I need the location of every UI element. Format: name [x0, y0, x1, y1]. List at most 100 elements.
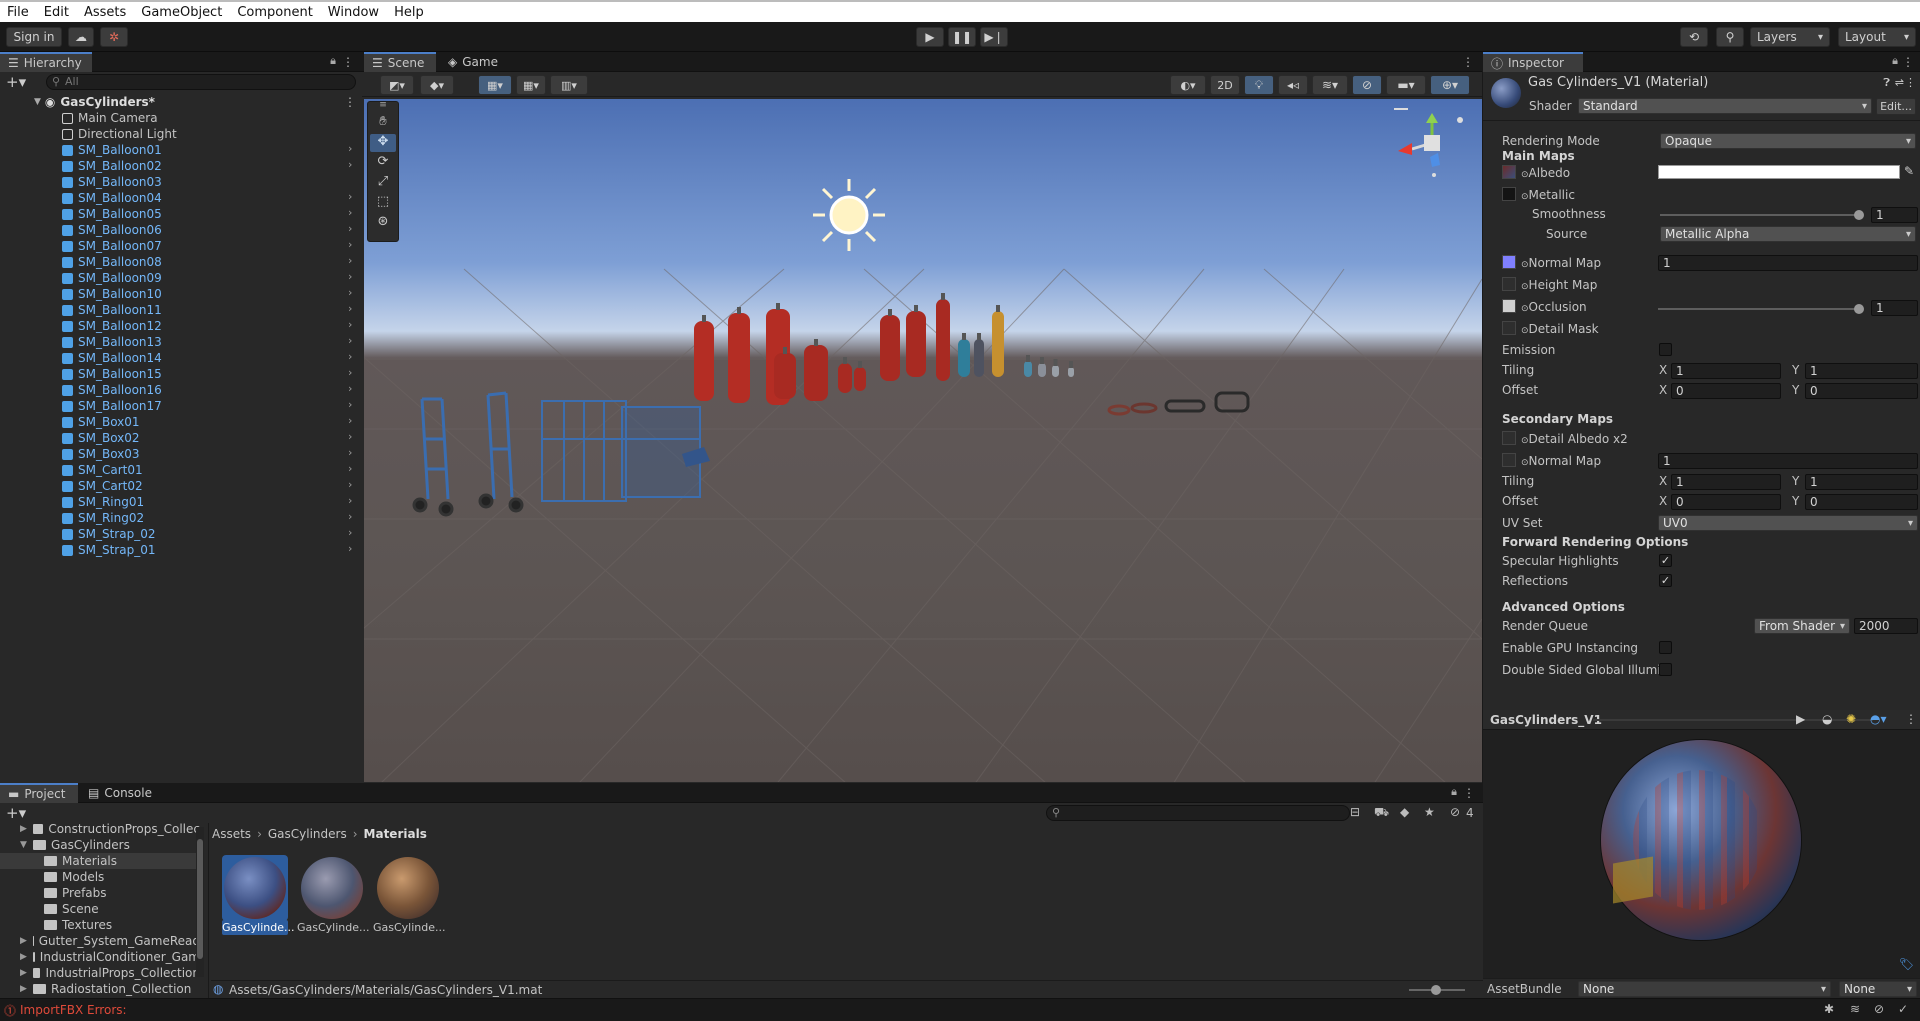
occlusion-slider[interactable]	[1658, 304, 1864, 314]
more-options-icon[interactable]: ⋮	[342, 55, 354, 69]
tab-hierarchy[interactable]: ☰ Hierarchy	[0, 52, 92, 72]
collab-icon[interactable]: ✲	[100, 27, 128, 47]
lock-icon[interactable]: 🔒︎	[1892, 54, 1898, 68]
secondary-normal-slot[interactable]	[1502, 453, 1516, 467]
step-button[interactable]: ▶❘	[980, 27, 1008, 47]
pause-button[interactable]: ❚❚	[948, 27, 976, 47]
project-folder-item[interactable]: Materials	[0, 853, 200, 869]
asset-bundle-dropdown[interactable]: None	[1578, 981, 1831, 997]
hierarchy-item[interactable]: SM_Balloon13	[62, 334, 362, 350]
tab-inspector[interactable]: ⓘ Inspector	[1483, 52, 1583, 72]
shader-edit-button[interactable]: Edit...	[1876, 98, 1916, 115]
scene-options-icon[interactable]: ⋮	[344, 95, 356, 109]
icon-size-slider[interactable]	[1409, 985, 1465, 995]
tab-scene[interactable]: ☰ Scene	[364, 52, 436, 72]
render-mode-icon[interactable]: ◐▾	[1170, 75, 1206, 95]
hierarchy-item[interactable]: SM_Balloon17	[62, 398, 362, 414]
occlusion-field[interactable]: 1	[1871, 300, 1918, 316]
albedo-texture-slot[interactable]	[1502, 165, 1516, 179]
project-folder-item[interactable]: ▼ GasCylinders	[0, 837, 200, 853]
scene-viewport[interactable]: ≡ ✋︎ ✥ ⟳ ⤢ ⬚ ⊛	[364, 99, 1482, 782]
detail-albedo-slot[interactable]	[1502, 431, 1516, 445]
effects-icon[interactable]: ≋▾	[1312, 75, 1348, 95]
gizmos-icon[interactable]: ⊕▾	[1430, 75, 1470, 95]
hierarchy-item[interactable]: SM_Balloon03	[62, 174, 362, 190]
albedo-color-field[interactable]	[1658, 165, 1900, 179]
scale-tool-icon[interactable]: ⤢	[370, 174, 396, 192]
hand-tool-icon[interactable]: ✋︎	[370, 114, 396, 132]
camera-icon[interactable]: ▬▾	[1386, 75, 1426, 95]
hierarchy-item[interactable]: SM_Cart02	[62, 478, 362, 494]
history-icon[interactable]: ⟲	[1680, 27, 1708, 47]
hierarchy-item[interactable]: Directional Light	[62, 126, 362, 142]
detail-mask-slot[interactable]	[1502, 321, 1516, 335]
tiling2-y-field[interactable]: 1	[1805, 474, 1918, 490]
asset-thumbnail-2[interactable]	[301, 857, 363, 919]
prefab-open-icon[interactable]: ›	[348, 190, 352, 203]
asset-label-2[interactable]: GasCylinde...	[297, 920, 370, 935]
preview-play-icon[interactable]: ▶	[1796, 712, 1805, 726]
hierarchy-item[interactable]: SM_Ring02	[62, 510, 362, 526]
asset-thumbnail-3[interactable]	[377, 857, 439, 919]
metallic-texture-slot[interactable]	[1502, 187, 1516, 201]
occlusion-knob[interactable]	[1854, 304, 1864, 314]
project-folder-item[interactable]: ▶ IndustrialProps_Collection	[0, 965, 200, 981]
lighting-icon[interactable]: 💡︎	[1244, 75, 1274, 95]
prefab-open-icon[interactable]: ›	[348, 206, 352, 219]
menu-window[interactable]: Window	[321, 5, 387, 20]
search-by-type-icon[interactable]: ⊟	[1350, 805, 1360, 819]
asset-thumbnail-1[interactable]	[224, 857, 286, 919]
tree-scrollbar[interactable]	[196, 827, 204, 977]
prefab-open-icon[interactable]: ›	[348, 350, 352, 363]
double-sided-gi-checkbox[interactable]	[1659, 663, 1672, 676]
menu-edit[interactable]: Edit	[37, 5, 77, 20]
hierarchy-search-input[interactable]: ⚲ All	[46, 74, 356, 90]
hierarchy-item[interactable]: SM_Balloon15	[62, 366, 362, 382]
status-error-text[interactable]: ImportFBX Errors:	[20, 1003, 127, 1017]
orientation-gizmo[interactable]	[1386, 103, 1480, 189]
prefab-open-icon[interactable]: ›	[348, 158, 352, 171]
collapsed-arrow-icon[interactable]: ▶	[20, 824, 27, 834]
tab-game[interactable]: ◈ Game	[440, 52, 510, 72]
prefab-open-icon[interactable]: ›	[348, 478, 352, 491]
hierarchy-item[interactable]: SM_Balloon12	[62, 318, 362, 334]
prefab-open-icon[interactable]: ›	[348, 270, 352, 283]
asset-label-1[interactable]: GasCylinde...	[222, 920, 295, 935]
tab-console[interactable]: ▤ Console	[80, 783, 164, 803]
prefab-open-icon[interactable]: ›	[348, 382, 352, 395]
project-folder-item[interactable]: Scene	[0, 901, 200, 917]
sign-in-button[interactable]: Sign in	[6, 27, 62, 47]
search-icon[interactable]: ⚲	[1716, 27, 1744, 47]
more-options-icon[interactable]: ⋮	[1902, 55, 1914, 69]
align-icon[interactable]: ▥▾	[550, 75, 588, 95]
component-menu-icon[interactable]: ⋮	[1905, 76, 1916, 89]
tag-icon[interactable]: ◆	[1400, 805, 1409, 819]
occlusion-slot[interactable]	[1502, 299, 1516, 313]
breadcrumb-materials[interactable]: Materials	[364, 827, 427, 841]
lock-icon[interactable]: 🔒︎	[330, 54, 336, 68]
prefab-open-icon[interactable]: ›	[348, 366, 352, 379]
hierarchy-item[interactable]: SM_Balloon01	[62, 142, 362, 158]
hierarchy-item[interactable]: SM_Balloon09	[62, 270, 362, 286]
bake-icon[interactable]: ≋	[1850, 1002, 1860, 1016]
audio-icon[interactable]: ◂◃	[1278, 75, 1308, 95]
prefab-open-icon[interactable]: ›	[348, 238, 352, 251]
bug-report-icon[interactable]: ✱	[1824, 1002, 1834, 1016]
tiling-y-field[interactable]: 1	[1805, 363, 1918, 379]
hierarchy-item[interactable]: SM_Ring01	[62, 494, 362, 510]
view-options-icon[interactable]: ◆▾	[420, 75, 454, 95]
uv-set-dropdown[interactable]: UV0	[1658, 515, 1918, 531]
smoothness-field[interactable]: 1	[1871, 207, 1918, 223]
lock-icon[interactable]: 🔒︎	[1451, 785, 1457, 799]
offset-y-field[interactable]: 0	[1805, 383, 1918, 399]
render-queue-field[interactable]: 2000	[1854, 618, 1918, 634]
smoothness-knob[interactable]	[1854, 210, 1864, 220]
preview-shape-icon[interactable]: ◒	[1822, 712, 1832, 726]
hierarchy-item[interactable]: SM_Balloon14	[62, 350, 362, 366]
label-tag-icon[interactable]: 🏷︎	[1899, 957, 1914, 971]
hierarchy-item[interactable]: SM_Balloon04	[62, 190, 362, 206]
specular-checkbox[interactable]: ✓	[1659, 554, 1672, 567]
hierarchy-item[interactable]: SM_Balloon16	[62, 382, 362, 398]
smoothness-slider[interactable]	[1660, 210, 1864, 220]
hierarchy-item[interactable]: SM_Balloon11	[62, 302, 362, 318]
